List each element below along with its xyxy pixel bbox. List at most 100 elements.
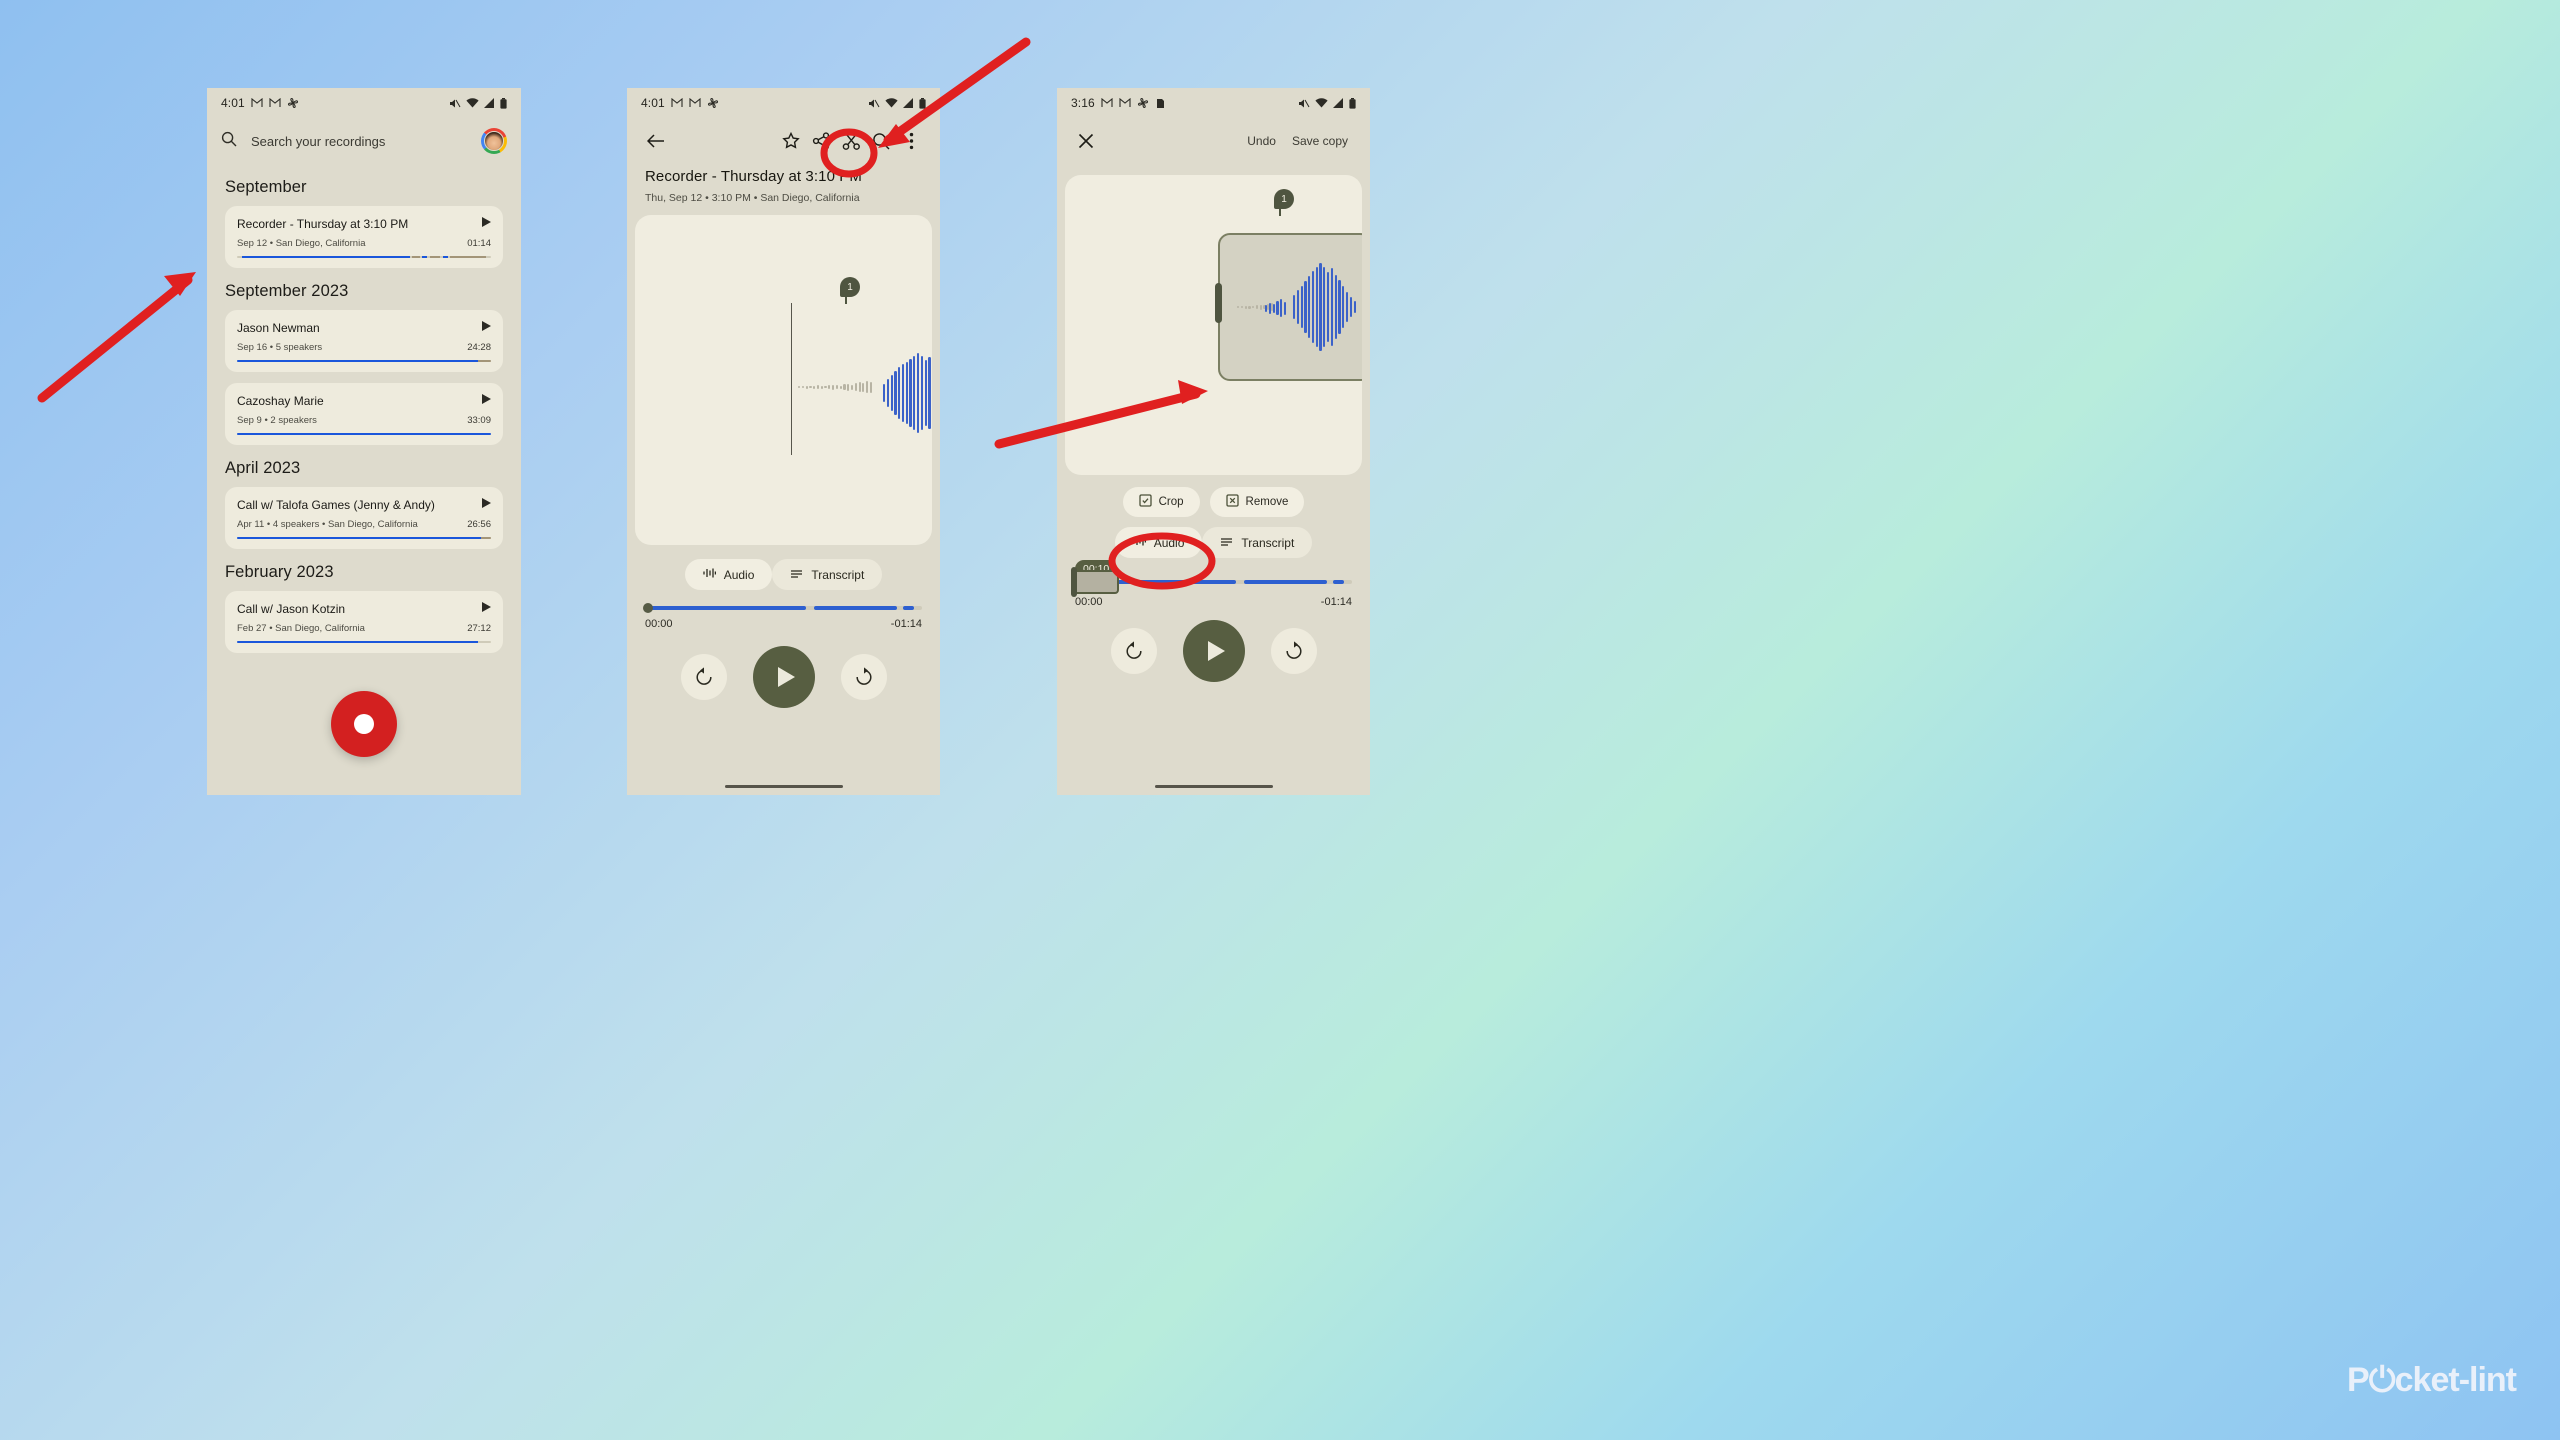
signal-icon: [1333, 98, 1344, 108]
share-icon[interactable]: [806, 126, 836, 156]
recording-title: Call w/ Talofa Games (Jenny & Andy): [237, 498, 435, 512]
phone-screen-recording-detail: 4:01 Recorder - Thursday at 3:10 PM Thu,…: [627, 88, 940, 795]
waveform-icon: [703, 567, 716, 582]
waveform-bar: [237, 536, 491, 539]
recording-title: Call w/ Jason Kotzin: [237, 602, 346, 616]
crop-left-handle[interactable]: [1215, 283, 1222, 323]
edit-toolbar: Undo Save copy: [1057, 118, 1370, 164]
trim-seek-area[interactable]: 00:10 00:00 -01:14: [1057, 560, 1370, 608]
recording-title: Jason Newman: [237, 321, 320, 335]
avatar[interactable]: [481, 128, 507, 154]
search-icon[interactable]: [866, 126, 896, 156]
remove-icon: [1225, 494, 1239, 510]
status-time: 3:16: [1071, 96, 1095, 110]
remaining-time: -01:14: [1320, 596, 1352, 608]
search-input[interactable]: Search your recordings: [251, 134, 467, 149]
trim-range-handle[interactable]: [1073, 570, 1119, 594]
remove-button[interactable]: Remove: [1209, 487, 1305, 517]
remove-label: Remove: [1245, 496, 1289, 508]
status-bar: 4:01: [627, 88, 940, 118]
recording-title: Recorder - Thursday at 3:10 PM: [237, 217, 409, 231]
gmail-icon: [689, 98, 701, 108]
waveform-edit-panel[interactable]: 1: [1065, 175, 1362, 475]
seek-bar[interactable]: [645, 606, 922, 610]
recordings-list: September Recorder - Thursday at 3:10 PM…: [207, 178, 521, 653]
play-icon[interactable]: [482, 217, 491, 227]
recording-duration: 01:14: [467, 238, 491, 249]
phone-screen-recordings-list: 4:01 Search your recordings September Re…: [207, 88, 521, 795]
tab-transcript-label: Transcript: [1241, 535, 1295, 550]
section-header: April 2023: [225, 459, 301, 477]
gmail-icon: [251, 98, 263, 108]
tab-transcript-label: Transcript: [811, 567, 865, 582]
phone-screen-trim-editor: 3:16 Undo Save copy 1 Crop Remove Audio …: [1057, 88, 1370, 795]
lines-icon: [1220, 536, 1233, 550]
waveform-panel[interactable]: 1: [635, 215, 932, 545]
play-icon[interactable]: [482, 394, 491, 404]
recording-subtitle: Apr 11 • 4 speakers • San Diego, Califor…: [237, 519, 418, 530]
wifi-icon: [466, 98, 479, 108]
waveform-bar: [237, 255, 491, 258]
tab-audio-label: Audio: [723, 567, 755, 582]
signal-icon: [484, 98, 495, 108]
play-button[interactable]: [1182, 620, 1245, 682]
transport-controls: [1057, 620, 1370, 682]
recording-duration: 33:09: [467, 415, 491, 426]
gesture-bar: [1154, 784, 1273, 788]
battery-icon: [500, 97, 507, 109]
lines-icon: [790, 568, 803, 582]
mute-icon: [449, 98, 461, 109]
recording-duration: 27:12: [467, 623, 491, 634]
tab-audio[interactable]: Audio: [1114, 527, 1203, 558]
more-vertical-icon[interactable]: [896, 126, 926, 156]
gmail-icon: [671, 98, 683, 108]
photos-icon: [707, 97, 719, 109]
play-icon[interactable]: [482, 498, 491, 508]
wifi-icon: [885, 98, 898, 108]
seek-area[interactable]: 00:00 -01:14: [627, 603, 940, 630]
replay-10-icon[interactable]: [680, 654, 727, 700]
marker-pin[interactable]: 1: [840, 277, 860, 304]
play-button[interactable]: [752, 646, 815, 708]
play-icon: [777, 667, 795, 687]
tab-audio[interactable]: Audio: [684, 559, 773, 590]
play-icon[interactable]: [482, 321, 491, 331]
recording-subtitle: Feb 27 • San Diego, California: [237, 623, 365, 634]
record-button[interactable]: [331, 691, 397, 757]
recording-card[interactable]: Recorder - Thursday at 3:10 PM Sep 12 • …: [225, 206, 503, 268]
recording-card[interactable]: Jason Newman Sep 16 • 5 speakers 24:28: [225, 310, 503, 372]
save-copy-button[interactable]: Save copy: [1284, 134, 1356, 148]
recording-card[interactable]: Call w/ Jason Kotzin Feb 27 • San Diego,…: [225, 591, 503, 653]
page-subtitle: Thu, Sep 12 • 3:10 PM • San Diego, Calif…: [645, 192, 860, 204]
photos-icon: [1137, 97, 1149, 109]
elapsed-time: 00:00: [645, 618, 673, 630]
red-arrow-1: [37, 272, 196, 403]
recording-card[interactable]: Cazoshay Marie Sep 9 • 2 speakers 33:09: [225, 383, 503, 445]
back-arrow-icon[interactable]: [641, 126, 671, 156]
undo-button[interactable]: Undo: [1239, 134, 1284, 148]
trim-left-grip[interactable]: [1071, 567, 1077, 597]
play-icon[interactable]: [482, 602, 491, 612]
crop-button[interactable]: Crop: [1122, 487, 1200, 517]
star-icon[interactable]: [776, 126, 806, 156]
tab-transcript[interactable]: Transcript: [1202, 527, 1313, 558]
status-bar: 3:16: [1057, 88, 1370, 118]
tab-transcript[interactable]: Transcript: [772, 559, 883, 590]
close-icon[interactable]: [1071, 126, 1101, 156]
search-bar[interactable]: Search your recordings: [207, 118, 521, 164]
wifi-icon: [1315, 98, 1328, 108]
marker-pin[interactable]: 1: [1274, 189, 1294, 216]
forward-10-icon[interactable]: [1270, 628, 1317, 674]
scissors-icon[interactable]: [836, 126, 866, 156]
recording-subtitle: Sep 12 • San Diego, California: [237, 238, 366, 249]
section-header: September: [225, 178, 307, 196]
section-header: February 2023: [225, 563, 334, 581]
view-tabs: Audio Transcript: [1057, 527, 1370, 558]
recording-card[interactable]: Call w/ Talofa Games (Jenny & Andy) Apr …: [225, 487, 503, 549]
forward-10-icon[interactable]: [840, 654, 887, 700]
replay-10-icon[interactable]: [1110, 628, 1157, 674]
seek-handle[interactable]: [643, 603, 653, 613]
gmail-icon: [269, 98, 281, 108]
crop-icon: [1138, 494, 1152, 510]
battery-icon: [1349, 97, 1356, 109]
